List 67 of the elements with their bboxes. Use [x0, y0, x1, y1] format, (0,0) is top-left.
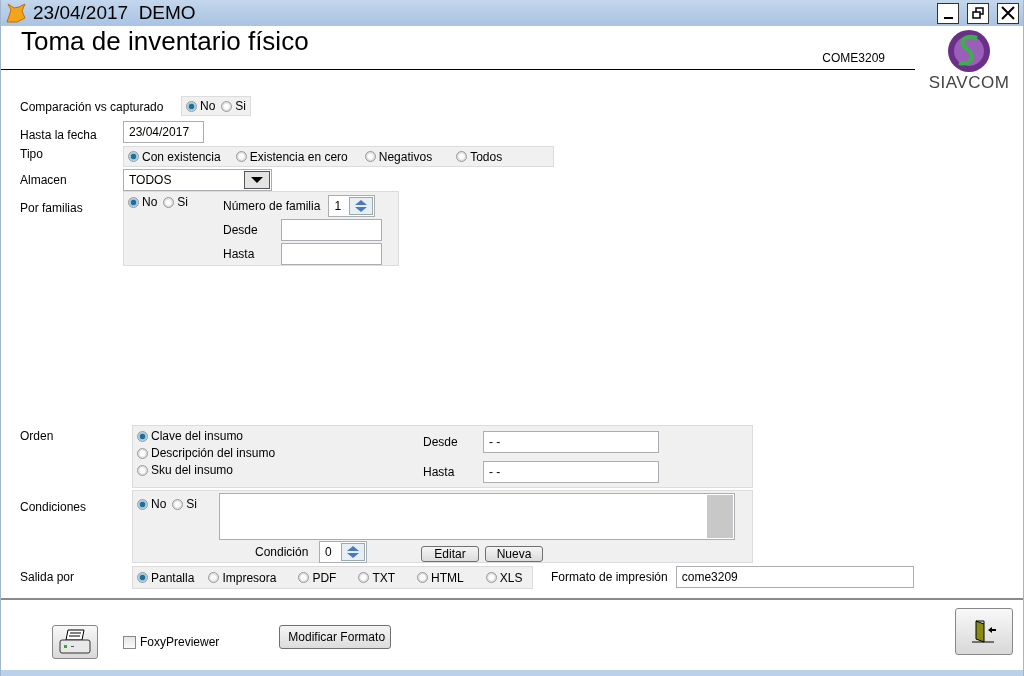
radio-option[interactable]: Todos [456, 149, 503, 164]
radio-option[interactable]: Si [172, 497, 197, 511]
restore-icon [972, 7, 984, 19]
spinner-arrows-icon[interactable] [341, 543, 365, 561]
logo-icon [945, 28, 993, 74]
exit-button[interactable] [955, 607, 1013, 655]
field-label: Desde [223, 223, 259, 237]
radio-option[interactable]: Negativos [364, 149, 433, 164]
modify-format-button[interactable]: Modificar Formato [279, 625, 392, 649]
field-label: Número de familia [223, 199, 321, 213]
dropdown-button[interactable] [244, 171, 270, 189]
radio-option[interactable]: Existencia en cero [235, 149, 348, 164]
page-title: Toma de inventario físico [21, 26, 309, 56]
print-button[interactable] [52, 625, 98, 659]
radio-option[interactable]: Si [163, 195, 188, 209]
minimize-button[interactable] [937, 2, 959, 24]
close-icon [1001, 6, 1015, 20]
restore-button[interactable] [967, 2, 989, 24]
window-title: 23/04/2017 DEMO [33, 2, 197, 24]
input-field[interactable] [281, 243, 383, 265]
field-label: Formato de impresión [551, 569, 668, 584]
scrollbar[interactable] [707, 495, 733, 538]
radio-option[interactable]: PDF [298, 570, 337, 585]
field-label: Salida por [20, 569, 76, 584]
input-field[interactable]: - - [483, 460, 659, 483]
field-label: Condición [255, 545, 310, 559]
input-field[interactable]: - - [483, 430, 659, 453]
action-button[interactable]: Nueva [485, 546, 543, 562]
radio-option[interactable]: TXT [358, 570, 396, 585]
radio-option[interactable]: Descripción del insumo [137, 446, 276, 460]
radio-option[interactable]: Clave del insumo [137, 429, 244, 443]
radio-option[interactable]: No [137, 497, 167, 511]
spinner-arrows-icon[interactable] [349, 197, 374, 215]
radio-option[interactable]: Si [221, 98, 246, 114]
field-label: Hasta [223, 247, 256, 261]
radio-option[interactable]: HTML [417, 570, 464, 585]
field-label: Hasta [423, 464, 456, 479]
input-field[interactable]: come3209 [675, 566, 914, 588]
field-label: Por familias [20, 200, 84, 215]
radio-option[interactable]: Con existencia [128, 149, 221, 164]
field-label: Hasta la fecha [20, 127, 98, 142]
date-field[interactable]: 23/04/2017 [123, 121, 204, 143]
number-field[interactable]: 0 [319, 541, 367, 563]
radio-option[interactable]: No [128, 195, 158, 209]
dropdown-field[interactable]: TODOS [123, 169, 272, 191]
logo-text: SIAVCOM [928, 74, 1010, 92]
field-label: Tipo [20, 146, 44, 161]
field-label: Orden [20, 428, 55, 443]
radio-option[interactable]: No [186, 98, 216, 114]
number-field[interactable]: 1 [328, 195, 376, 217]
action-button[interactable]: Editar [421, 546, 479, 562]
foxypreviewer-checkbox[interactable]: FoxyPreviewer [123, 635, 220, 649]
radio-option[interactable]: Sku del insumo [137, 463, 234, 477]
close-button[interactable] [997, 2, 1019, 24]
door-exit-icon [970, 618, 998, 644]
radio-option[interactable]: Pantalla [137, 570, 195, 585]
field-label: Desde [423, 434, 459, 449]
radio-option[interactable]: Impresora [208, 570, 277, 585]
field-label: Comparación vs capturado [20, 99, 165, 114]
minimize-icon [943, 17, 953, 19]
input-field[interactable] [281, 219, 383, 241]
printer-icon [57, 628, 93, 656]
radio-option[interactable]: XLS [485, 570, 523, 585]
fox-icon [5, 2, 27, 24]
field-label: Condiciones [20, 499, 88, 514]
field-label: Almacen [20, 172, 68, 187]
program-code: COME3209 [822, 51, 885, 65]
